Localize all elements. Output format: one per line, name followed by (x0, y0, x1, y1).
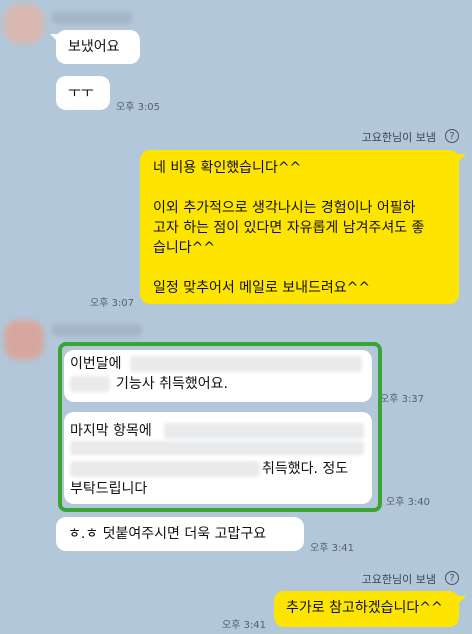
sender-avatar[interactable] (4, 4, 44, 44)
message-time: 오후 3:07 (90, 298, 135, 309)
message-bubble[interactable]: 보냈어요 (56, 30, 140, 64)
message-text: ㅜㅜ (68, 85, 94, 101)
message-line: 습니다^^ (153, 240, 216, 256)
bubble-tail (458, 596, 466, 604)
bubble-tail (458, 154, 466, 162)
message-time: 오후 3:37 (380, 394, 425, 405)
message-time: 오후 3:05 (116, 102, 161, 113)
help-icon[interactable]: ? (445, 129, 459, 143)
my-message-bubble[interactable]: 네 비용 확인했습니다^^ 이외 추가적으로 생각나시는 경험이나 어필하 고자… (140, 150, 459, 304)
highlight-annotation-box (58, 342, 382, 512)
sender-name-redacted (52, 324, 142, 336)
bubble-tail (50, 34, 58, 42)
message-time: 오후 3:40 (386, 497, 431, 508)
message-text: 추가로 참고하겠습니다^^ (286, 600, 443, 616)
sender-avatar[interactable] (4, 320, 44, 360)
sender-name-redacted (52, 12, 132, 24)
my-message-bubble[interactable]: 추가로 참고하겠습니다^^ (274, 591, 459, 627)
message-bubble[interactable]: ㅎ.ㅎ 덧붙여주시면 더욱 고맙구요 (56, 517, 304, 551)
message-text: 보냈어요 (68, 39, 120, 55)
message-bubble[interactable]: ㅜㅜ (56, 76, 110, 110)
sent-via-label: 고요한님이 보냄 (361, 573, 436, 586)
message-time: 오후 3:41 (222, 620, 267, 631)
help-icon[interactable]: ? (445, 571, 459, 585)
message-time: 오후 3:41 (310, 543, 355, 554)
sent-via-label: 고요한님이 보냄 (361, 131, 436, 144)
message-line: 일정 맞추어서 메일로 보내드려요^^ (153, 280, 371, 296)
message-line: 고자 하는 점이 있다면 자유롭게 남겨주셔도 좋 (153, 220, 425, 236)
message-line: 이외 추가적으로 생각나시는 경험이나 어필하 (153, 200, 416, 216)
message-line: 네 비용 확인했습니다^^ (153, 160, 302, 176)
message-text: ㅎ.ㅎ 덧붙여주시면 더욱 고맙구요 (68, 526, 267, 542)
